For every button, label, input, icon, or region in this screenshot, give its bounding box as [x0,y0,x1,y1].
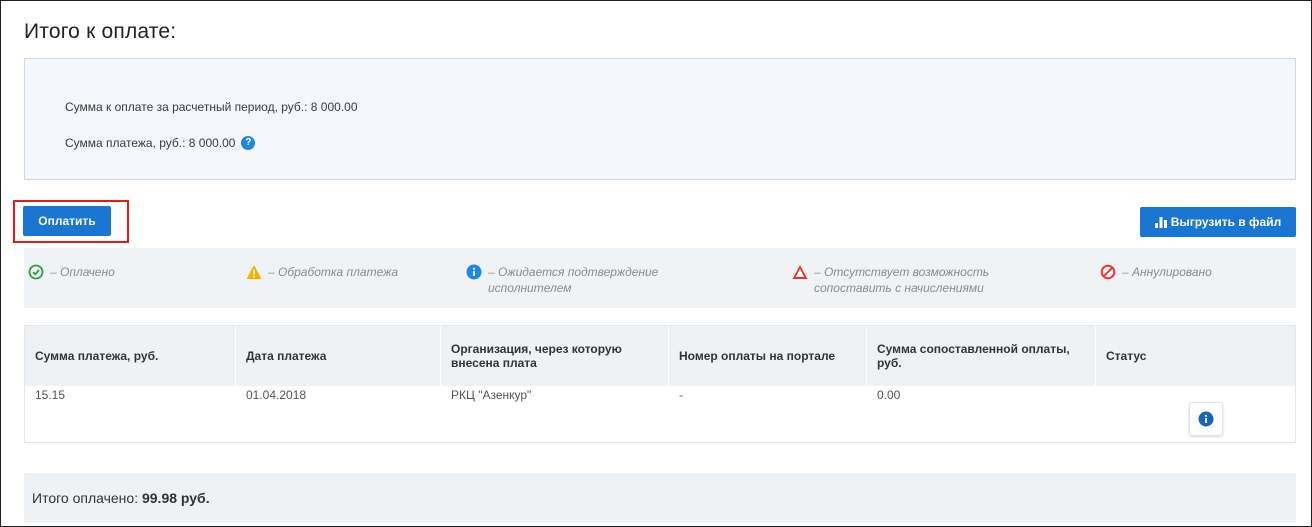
column-header[interactable]: Сумма платежа, руб. [25,326,236,386]
legend-item-cancelled: – Аннулировано [1100,264,1212,280]
cell-matched-amount: 0.00 [877,388,901,402]
legend-label: – Ожидается подтверждение исполнителем [488,265,659,295]
bar-chart-icon [1154,216,1167,228]
info-icon [1198,411,1214,427]
cell-portal-number: - [679,388,683,402]
info-icon [466,264,482,280]
error-triangle-icon [792,265,808,279]
legend-label: – Оплачено [50,265,115,279]
cell-amount: 15.15 [35,388,66,402]
legend-item-paid: – Оплачено [28,264,115,280]
page-title: Итого к оплате: [24,20,177,43]
export-to-file-button[interactable]: Выгрузить в файл [1140,207,1296,237]
warning-icon [246,265,262,279]
column-header[interactable]: Организация, через которую внесена плата [441,326,669,386]
table-header: Сумма платежа, руб. Дата платежа Организ… [25,326,1295,386]
column-header[interactable]: Сумма сопоставленной оплаты, руб. [867,326,1096,386]
cancel-icon [1100,264,1116,280]
total-paid-label: Итого оплачено: [32,490,139,506]
legend-label: – Обработка платежа [268,265,399,279]
cell-date: 01.04.2018 [246,388,307,402]
total-paid-value: 99.98 руб. [141,490,210,506]
check-circle-icon [28,264,44,280]
period-sum-text: Сумма к оплате за расчетный период, руб.… [65,100,358,114]
column-header[interactable]: Дата платежа [236,326,441,386]
pay-button[interactable]: Оплатить [23,206,111,236]
legend-item-processing: – Обработка платежа [246,264,398,280]
export-label: Выгрузить в файл [1170,215,1282,229]
total-paid-bar: Итого оплачено: 99.98 руб. [24,473,1296,523]
status-info-button[interactable] [1189,402,1223,436]
column-header[interactable]: Номер оплаты на портале [669,326,867,386]
legend-item-unmatched: – Отсутствует возможность сопоставить с … [792,264,1052,296]
payment-summary-box: Сумма к оплате за расчетный период, руб.… [24,58,1296,180]
status-legend: – Оплачено – Обработка платежа – Ожидает… [24,248,1296,308]
legend-label: – Аннулировано [1122,265,1212,279]
question-help-icon[interactable]: ? [241,136,256,150]
payment-sum-text: Сумма платежа, руб.: 8 000.00 [65,136,236,150]
payment-sum-row: Сумма платежа, руб.: 8 000.00 ? [65,136,256,150]
total-paid-row: Итого оплачено: 99.98 руб. [32,490,210,506]
payments-table: Сумма платежа, руб. Дата платежа Организ… [24,325,1296,443]
column-header[interactable]: Статус [1096,326,1297,386]
legend-label: – Отсутствует возможность сопоставить с … [814,265,990,295]
legend-item-awaiting: – Ожидается подтверждение исполнителем [466,264,716,296]
cell-organization: РКЦ "Азенкур" [451,388,532,402]
